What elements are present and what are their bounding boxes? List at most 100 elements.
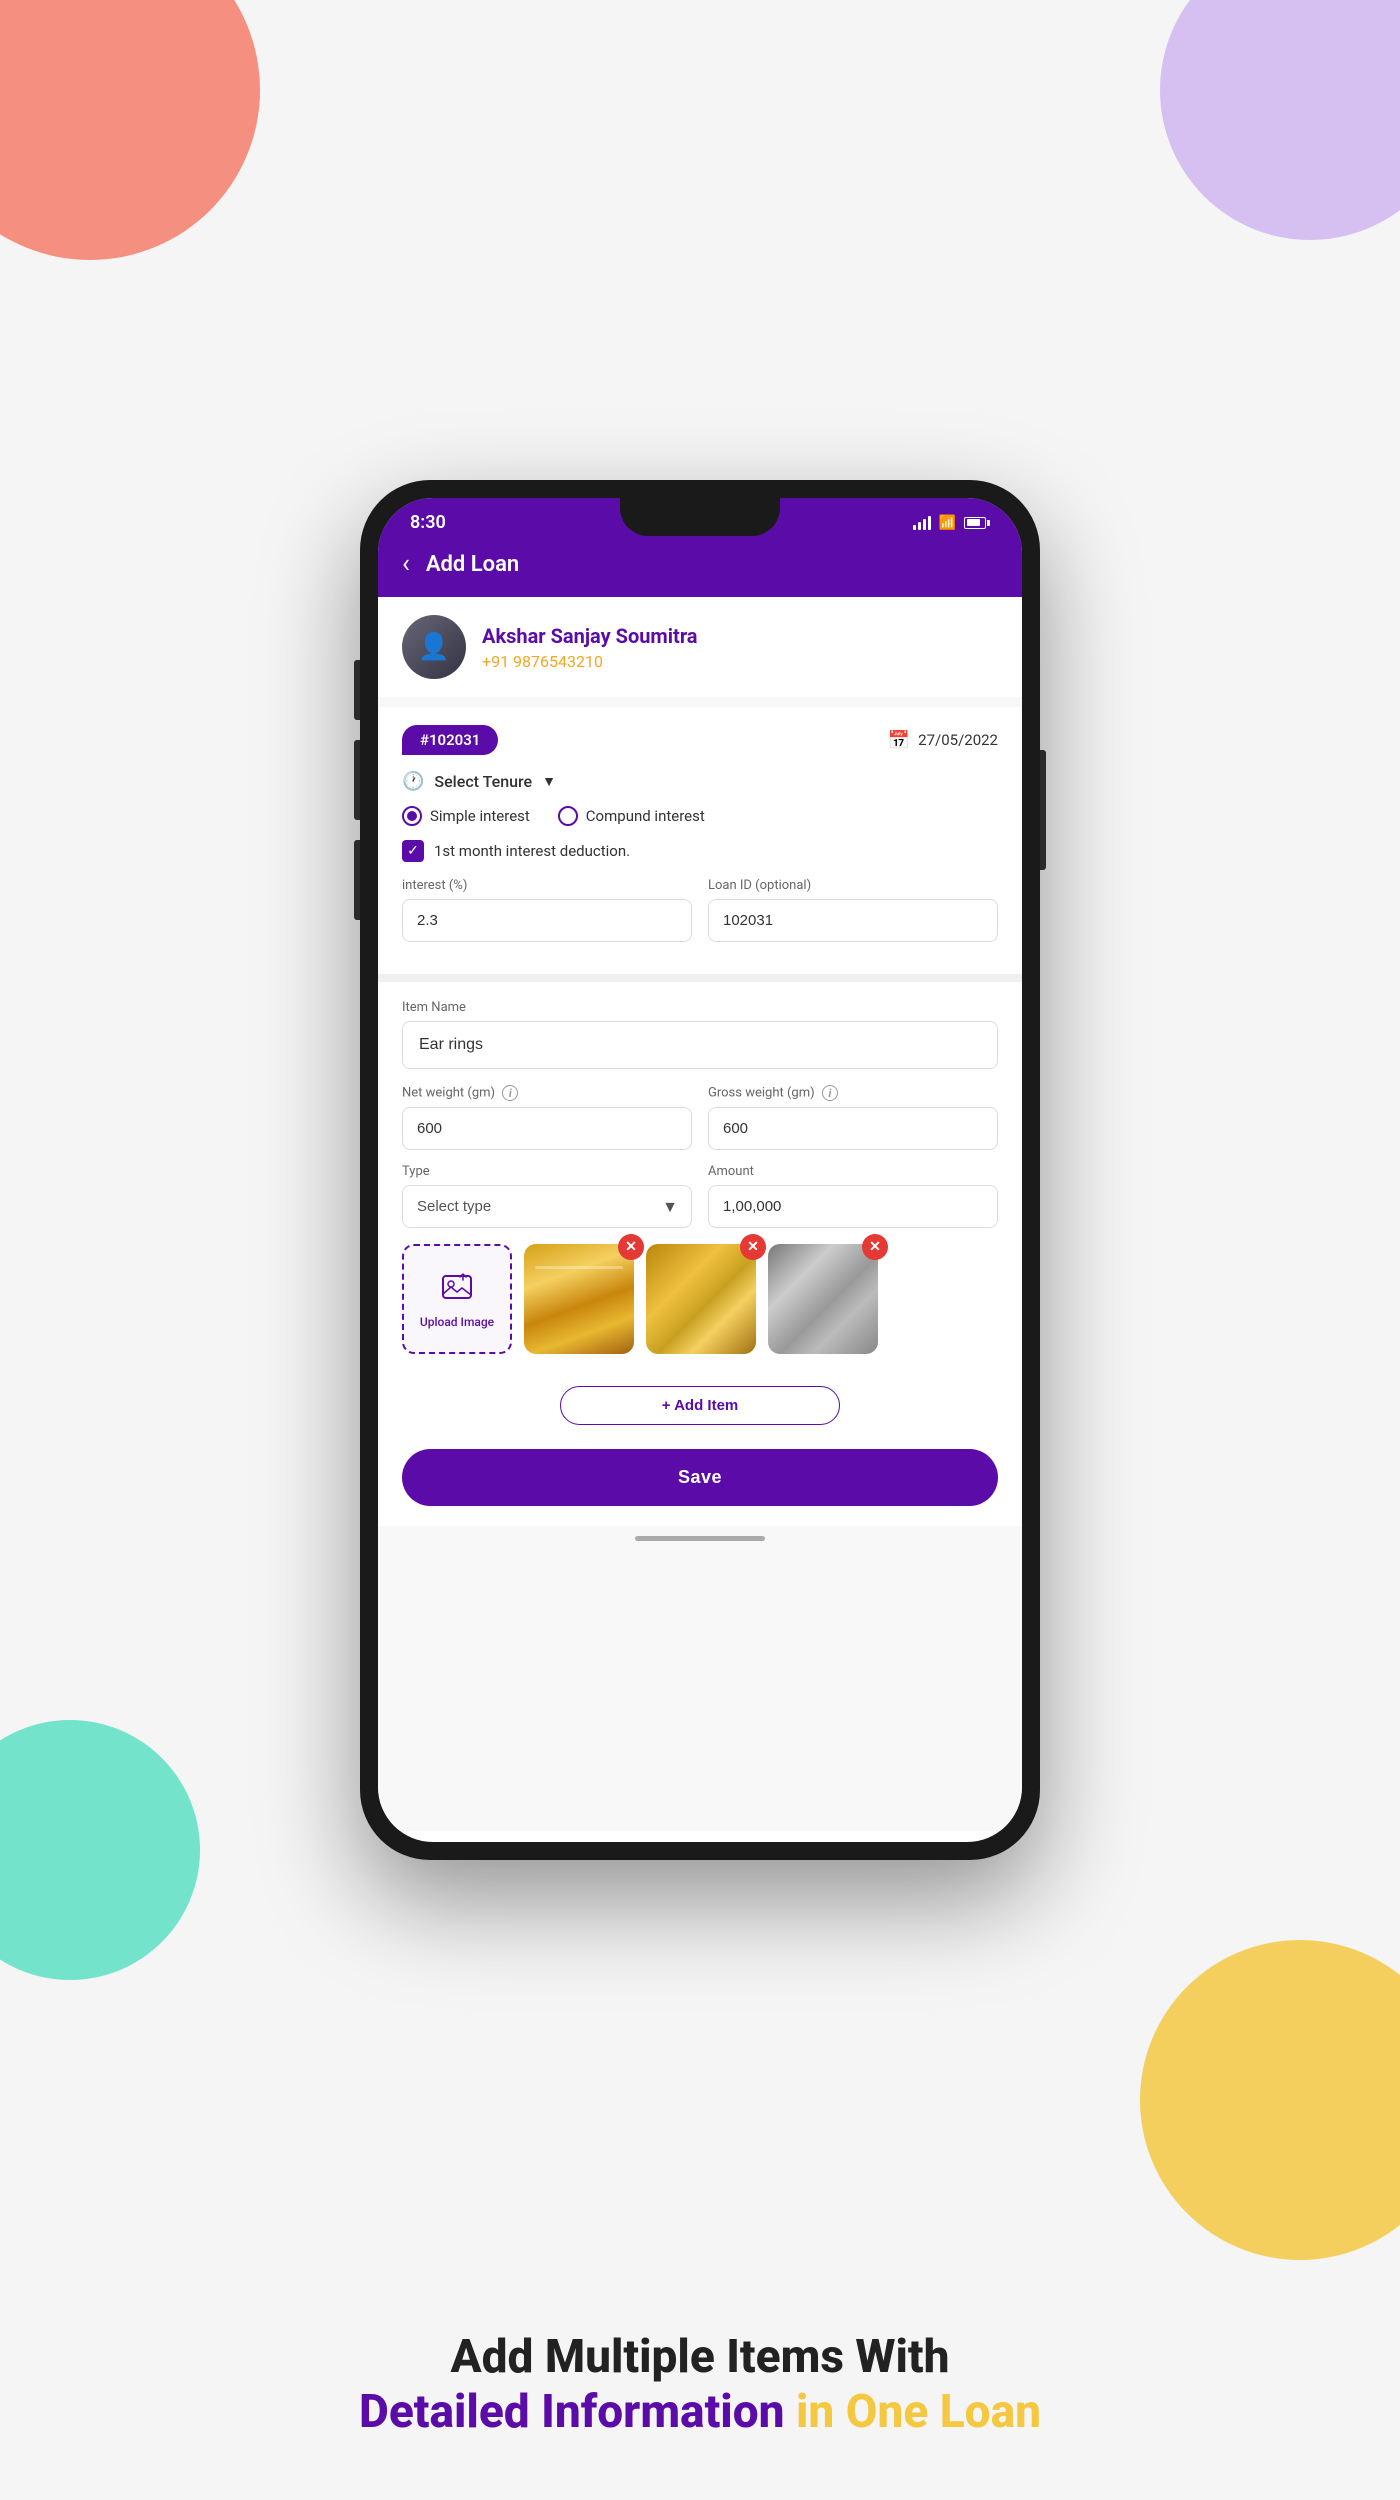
add-item-area: + Add Item <box>378 1372 1022 1435</box>
loan-id-badge: #102031 <box>402 725 498 755</box>
amount-field-group: Amount <box>708 1164 998 1228</box>
first-month-checkbox[interactable]: ✓ <box>402 840 424 862</box>
loan-id-field-group: Loan ID (optional) <box>708 878 998 942</box>
tenure-label: Select Tenure <box>434 772 532 791</box>
net-weight-group: Net weight (gm) i <box>402 1085 692 1150</box>
header: ‹ Add Loan <box>378 539 1022 597</box>
image-thumb-3: ✕ <box>768 1244 878 1354</box>
status-time: 8:30 <box>410 512 446 533</box>
save-button[interactable]: Save <box>402 1449 998 1506</box>
bottom-text-purple: Detailed Information <box>359 2385 796 2439</box>
notch <box>620 498 780 536</box>
upload-icon <box>441 1270 473 1309</box>
avatar-image: 👤 <box>402 615 466 679</box>
image-thumb-3-inner <box>768 1244 878 1354</box>
tenure-row[interactable]: 🕐 Select Tenure ▼ <box>402 771 998 792</box>
radio-compound-interest[interactable]: Compund interest <box>558 806 705 826</box>
divider-1 <box>378 974 1022 982</box>
type-label: Type <box>402 1164 692 1179</box>
signal-bar-3 <box>923 519 926 530</box>
loan-id-input[interactable] <box>708 899 998 942</box>
interest-input[interactable] <box>402 899 692 942</box>
save-btn-area: Save <box>378 1435 1022 1526</box>
phone-screen: 8:30 📶 ‹ Add Loan <box>378 498 1022 1842</box>
gross-weight-info-icon: i <box>822 1085 838 1101</box>
bottom-text-yellow: in One Loan <box>796 2385 1041 2439</box>
loan-date: 📅 27/05/2022 <box>888 730 998 751</box>
chevron-down-icon: ▼ <box>542 773 556 790</box>
home-indicator <box>378 1526 1022 1547</box>
bottom-text-line2: Detailed Information in One Loan <box>80 2385 1320 2440</box>
images-row: Upload Image ✕ ✕ <box>402 1244 998 1354</box>
calendar-icon: 📅 <box>888 730 910 751</box>
loan-id-row: #102031 📅 27/05/2022 <box>402 725 998 755</box>
item-name-label: Item Name <box>402 1000 998 1015</box>
type-amount-row: Type Select type Gold Silver ▼ Amount <box>402 1164 998 1228</box>
net-weight-info-icon: i <box>502 1085 518 1101</box>
image-thumb-1-inner <box>524 1244 634 1354</box>
silver-rings-image <box>768 1244 878 1354</box>
signal-icon <box>913 516 931 530</box>
user-name: Akshar Sanjay Soumitra <box>482 624 698 648</box>
add-item-button[interactable]: + Add Item <box>560 1386 840 1425</box>
gold-rings-image <box>646 1244 756 1354</box>
radio-circle-compound[interactable] <box>558 806 578 826</box>
gross-weight-input[interactable] <box>708 1107 998 1150</box>
upload-image-box[interactable]: Upload Image <box>402 1244 512 1354</box>
image-thumb-2: ✕ <box>646 1244 756 1354</box>
item-section: Item Name Net weight (gm) i Gross weight… <box>378 982 1022 1372</box>
image-thumb-2-inner <box>646 1244 756 1354</box>
bg-circle-coral <box>0 0 260 260</box>
image-thumb-1: ✕ <box>524 1244 634 1354</box>
weight-fields-row: Net weight (gm) i Gross weight (gm) i <box>402 1085 998 1150</box>
battery-fill <box>967 519 981 526</box>
amount-label: Amount <box>708 1164 998 1179</box>
user-phone: +91 9876543210 <box>482 652 698 671</box>
type-select-wrapper: Select type Gold Silver ▼ <box>402 1185 692 1228</box>
amount-input[interactable] <box>708 1185 998 1228</box>
upload-text: Upload Image <box>420 1315 494 1329</box>
item-name-input[interactable] <box>402 1021 998 1069</box>
phone-frame: 8:30 📶 ‹ Add Loan <box>360 480 1040 1860</box>
side-button-volume-down <box>354 840 360 920</box>
battery-body <box>964 517 986 529</box>
page-title: Add Loan <box>426 552 519 577</box>
type-field-group: Type Select type Gold Silver ▼ <box>402 1164 692 1228</box>
back-button[interactable]: ‹ <box>402 549 410 579</box>
battery-tip <box>987 520 990 526</box>
user-info: Akshar Sanjay Soumitra +91 9876543210 <box>482 624 698 671</box>
bg-circle-green <box>0 1720 200 1980</box>
radio-label-simple: Simple interest <box>430 807 530 825</box>
side-button-power <box>1040 750 1046 870</box>
bottom-text-line1: Add Multiple Items With <box>80 2330 1320 2385</box>
status-icons: 📶 <box>913 515 990 531</box>
type-select[interactable]: Select type Gold Silver <box>402 1185 692 1228</box>
remove-image-1-button[interactable]: ✕ <box>618 1234 644 1260</box>
remove-image-3-button[interactable]: ✕ <box>862 1234 888 1260</box>
side-button-silent <box>354 660 360 720</box>
loan-details-card: #102031 📅 27/05/2022 🕐 Select Tenure ▼ <box>378 707 1022 974</box>
interest-type-group: Simple interest Compund interest <box>402 806 998 826</box>
gross-weight-label: Gross weight (gm) i <box>708 1085 998 1101</box>
clock-icon: 🕐 <box>402 771 424 792</box>
remove-image-2-button[interactable]: ✕ <box>740 1234 766 1260</box>
loan-id-label: Loan ID (optional) <box>708 878 998 893</box>
gold-bar-image <box>524 1244 634 1354</box>
loan-date-value: 27/05/2022 <box>918 731 998 749</box>
wifi-icon: 📶 <box>939 515 956 531</box>
signal-bar-1 <box>913 525 916 530</box>
side-button-volume-up <box>354 740 360 820</box>
gross-weight-group: Gross weight (gm) i <box>708 1085 998 1150</box>
interest-label: interest (%) <box>402 878 692 893</box>
signal-bar-4 <box>928 516 931 530</box>
net-weight-label: Net weight (gm) i <box>402 1085 692 1101</box>
radio-circle-simple[interactable] <box>402 806 422 826</box>
content-scroll[interactable]: 👤 Akshar Sanjay Soumitra +91 9876543210 … <box>378 597 1022 1831</box>
signal-bar-2 <box>918 522 921 530</box>
checkbox-label: 1st month interest deduction. <box>434 842 630 860</box>
user-card: 👤 Akshar Sanjay Soumitra +91 9876543210 <box>378 597 1022 697</box>
avatar: 👤 <box>402 615 466 679</box>
net-weight-input[interactable] <box>402 1107 692 1150</box>
radio-simple-interest[interactable]: Simple interest <box>402 806 530 826</box>
checkbox-row[interactable]: ✓ 1st month interest deduction. <box>402 840 998 862</box>
